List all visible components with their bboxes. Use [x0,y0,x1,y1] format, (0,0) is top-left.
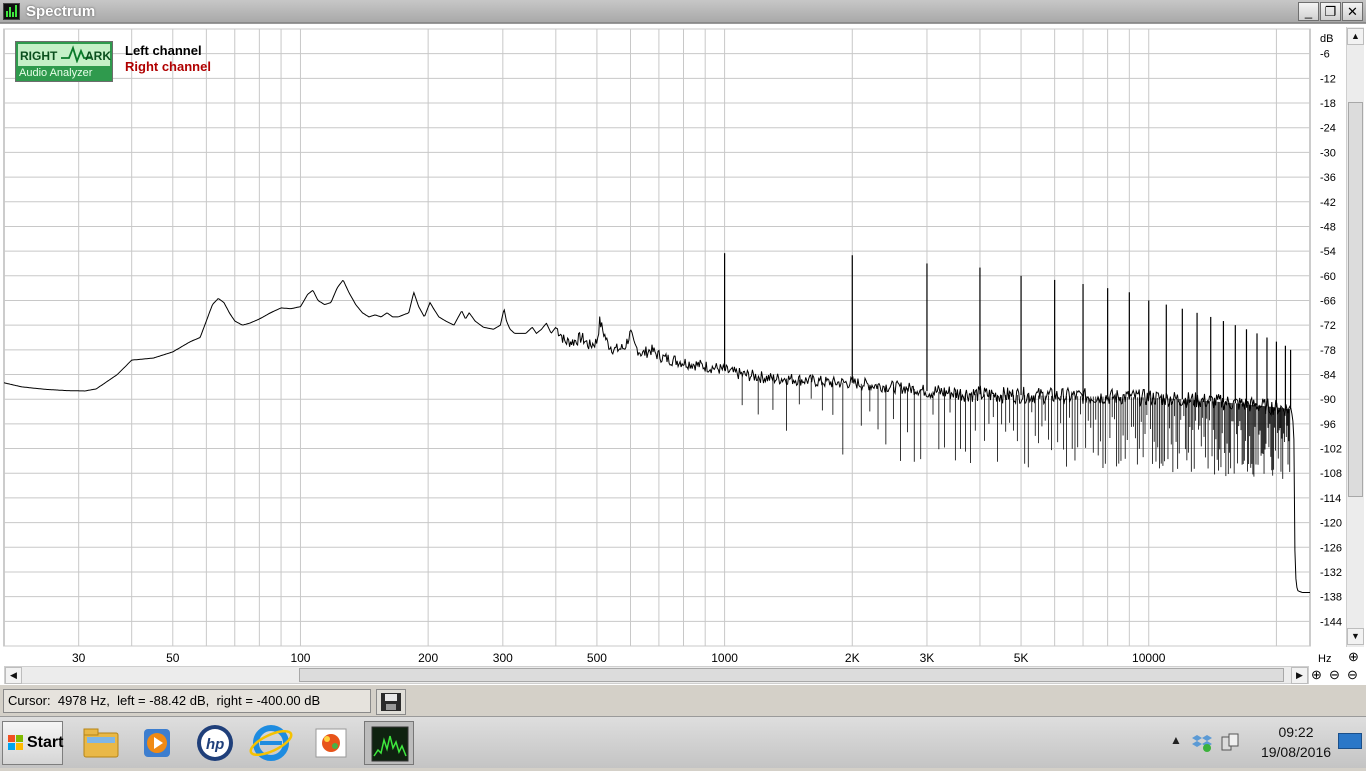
y-tick-label: -48 [1320,221,1336,233]
y-tick-label: -138 [1320,592,1342,604]
y-tick-label: -84 [1320,370,1336,382]
spectrum-chart[interactable]: -6 -12 -18 -24 -30 -36 -42 -48 -54 -60 -66 -72 -78 -8… [0,24,1366,686]
x-tick-label: 100 [290,651,310,665]
x-axis-unit-label: Hz [1318,653,1331,665]
y-tick-label: -54 [1320,246,1336,258]
scroll-left-button[interactable]: ◀ [5,667,22,684]
zoom-in-x-icon[interactable]: ⊕ [1308,666,1325,683]
dropbox-icon[interactable] [1192,733,1212,753]
y-tick-label: -114 [1320,493,1341,505]
y-tick-label: -30 [1320,147,1336,159]
legend-left-channel: Left channel [125,43,202,58]
y-tick-label: -42 [1320,197,1336,209]
legend-right-channel: Right channel [125,59,211,74]
folder-icon[interactable] [76,721,126,765]
logo-text-right: RIGHT [20,49,58,63]
y-tick-label: -90 [1320,394,1336,406]
zoom-out-x-icon[interactable]: ⊖ [1326,666,1343,683]
y-tick-label: -60 [1320,271,1336,283]
horizontal-scrollbar[interactable]: ◀ ▶ [4,666,1309,684]
media-player-icon[interactable] [132,721,182,765]
logo-text-audio-analyzer: Audio Analyzer [19,67,93,79]
x-tick-label: 200 [418,651,438,665]
status-bar: Cursor: 4978 Hz, left = -88.42 dB, right… [0,686,1366,716]
cursor-readout: Cursor: 4978 Hz, left = -88.42 dB, right… [3,689,371,713]
paint-icon[interactable] [306,721,356,765]
y-tick-label: -72 [1320,320,1336,332]
y-tick-label: -96 [1320,419,1336,431]
clock-date: 19/08/2016 [1260,744,1332,760]
y-tick-label: -78 [1320,345,1336,357]
y-tick-label: -6 [1320,49,1330,61]
windows-logo-icon [8,735,24,751]
floppy-disk-icon [381,693,401,711]
y-tick-label: -144 [1320,616,1342,628]
vertical-scroll-thumb[interactable] [1348,102,1363,497]
zoom-in-y-icon[interactable]: ⊕ [1345,648,1362,665]
internet-explorer-icon[interactable] [246,721,296,765]
rmaa-spectrum-icon[interactable] [364,721,414,765]
windows-taskbar: Start hp ▲ 09:22 19/08/2016 [0,716,1366,768]
y-axis-unit-label: dB [1320,33,1333,45]
x-tick-label: 3K [920,651,935,665]
x-tick-label: 500 [587,651,607,665]
svg-text:hp: hp [206,736,224,753]
y-tick-label: -102 [1320,444,1342,456]
y-tick-label: -126 [1320,542,1342,554]
network-icon[interactable] [1220,733,1240,753]
rightmark-logo: RIGHT ARK Audio Analyzer [15,41,113,82]
x-tick-label: 30 [72,651,86,665]
x-tick-label: 300 [493,651,513,665]
show-desktop-button[interactable] [1338,733,1362,749]
zoom-controls: ⊕ ⊖ ⊖ [1308,666,1364,684]
rmaa-app-icon [3,3,20,20]
clock-time: 09:22 [1278,724,1314,740]
window-title: Spectrum [26,3,96,20]
scroll-down-button[interactable]: ▼ [1347,628,1364,645]
vertical-scrollbar[interactable]: ▲ ▼ [1346,27,1364,647]
y-tick-label: -132 [1320,567,1342,579]
x-tick-label: 50 [166,651,180,665]
x-tick-label: 1000 [711,651,738,665]
y-tick-label: -36 [1320,172,1336,184]
y-tick-label: -66 [1320,295,1336,307]
y-tick-label: -108 [1320,468,1342,480]
hp-icon[interactable]: hp [190,721,240,765]
horizontal-scroll-thumb[interactable] [299,668,1284,682]
minimize-button[interactable]: _ [1298,2,1319,21]
window-titlebar: Spectrum _ ❐ ✕ [0,0,1366,23]
spectrum-plot-area[interactable]: -6 -12 -18 -24 -30 -36 -42 -48 -54 -60 -66 -72 -78 -8… [0,23,1366,685]
x-tick-label: 2K [845,651,860,665]
x-tick-label: 10000 [1132,651,1166,665]
x-axis-tick-labels: 30 50 100 200 300 500 1000 2K 3K 5K 10000 Hz [72,651,1331,665]
restore-button[interactable]: ❐ [1320,2,1341,21]
scroll-right-button[interactable]: ▶ [1291,667,1308,684]
start-label: Start [27,734,64,751]
show-hidden-icons-button[interactable]: ▲ [1170,733,1182,747]
system-tray: ▲ [1168,717,1244,769]
chart-legend: Left channel Right channel [125,43,211,75]
start-button[interactable]: Start [2,721,63,765]
taskbar-clock[interactable]: 09:22 19/08/2016 [1244,722,1348,762]
scroll-up-button[interactable]: ▲ [1347,28,1364,45]
x-tick-label: 5K [1014,651,1029,665]
close-button[interactable]: ✕ [1342,2,1363,21]
zoom-reset-x-icon[interactable]: ⊖ [1344,666,1361,683]
y-tick-label: -120 [1320,518,1342,530]
y-axis-tick-labels: -6 -12 -18 -24 -30 -36 -42 -48 -54 -60 -66 -72 -78 -8… [1320,49,1342,629]
y-tick-label: -24 [1320,123,1336,135]
y-tick-label: -18 [1320,98,1336,110]
y-tick-label: -12 [1320,73,1336,85]
save-button[interactable] [376,689,406,715]
logo-text-ark: ARK [85,49,111,63]
